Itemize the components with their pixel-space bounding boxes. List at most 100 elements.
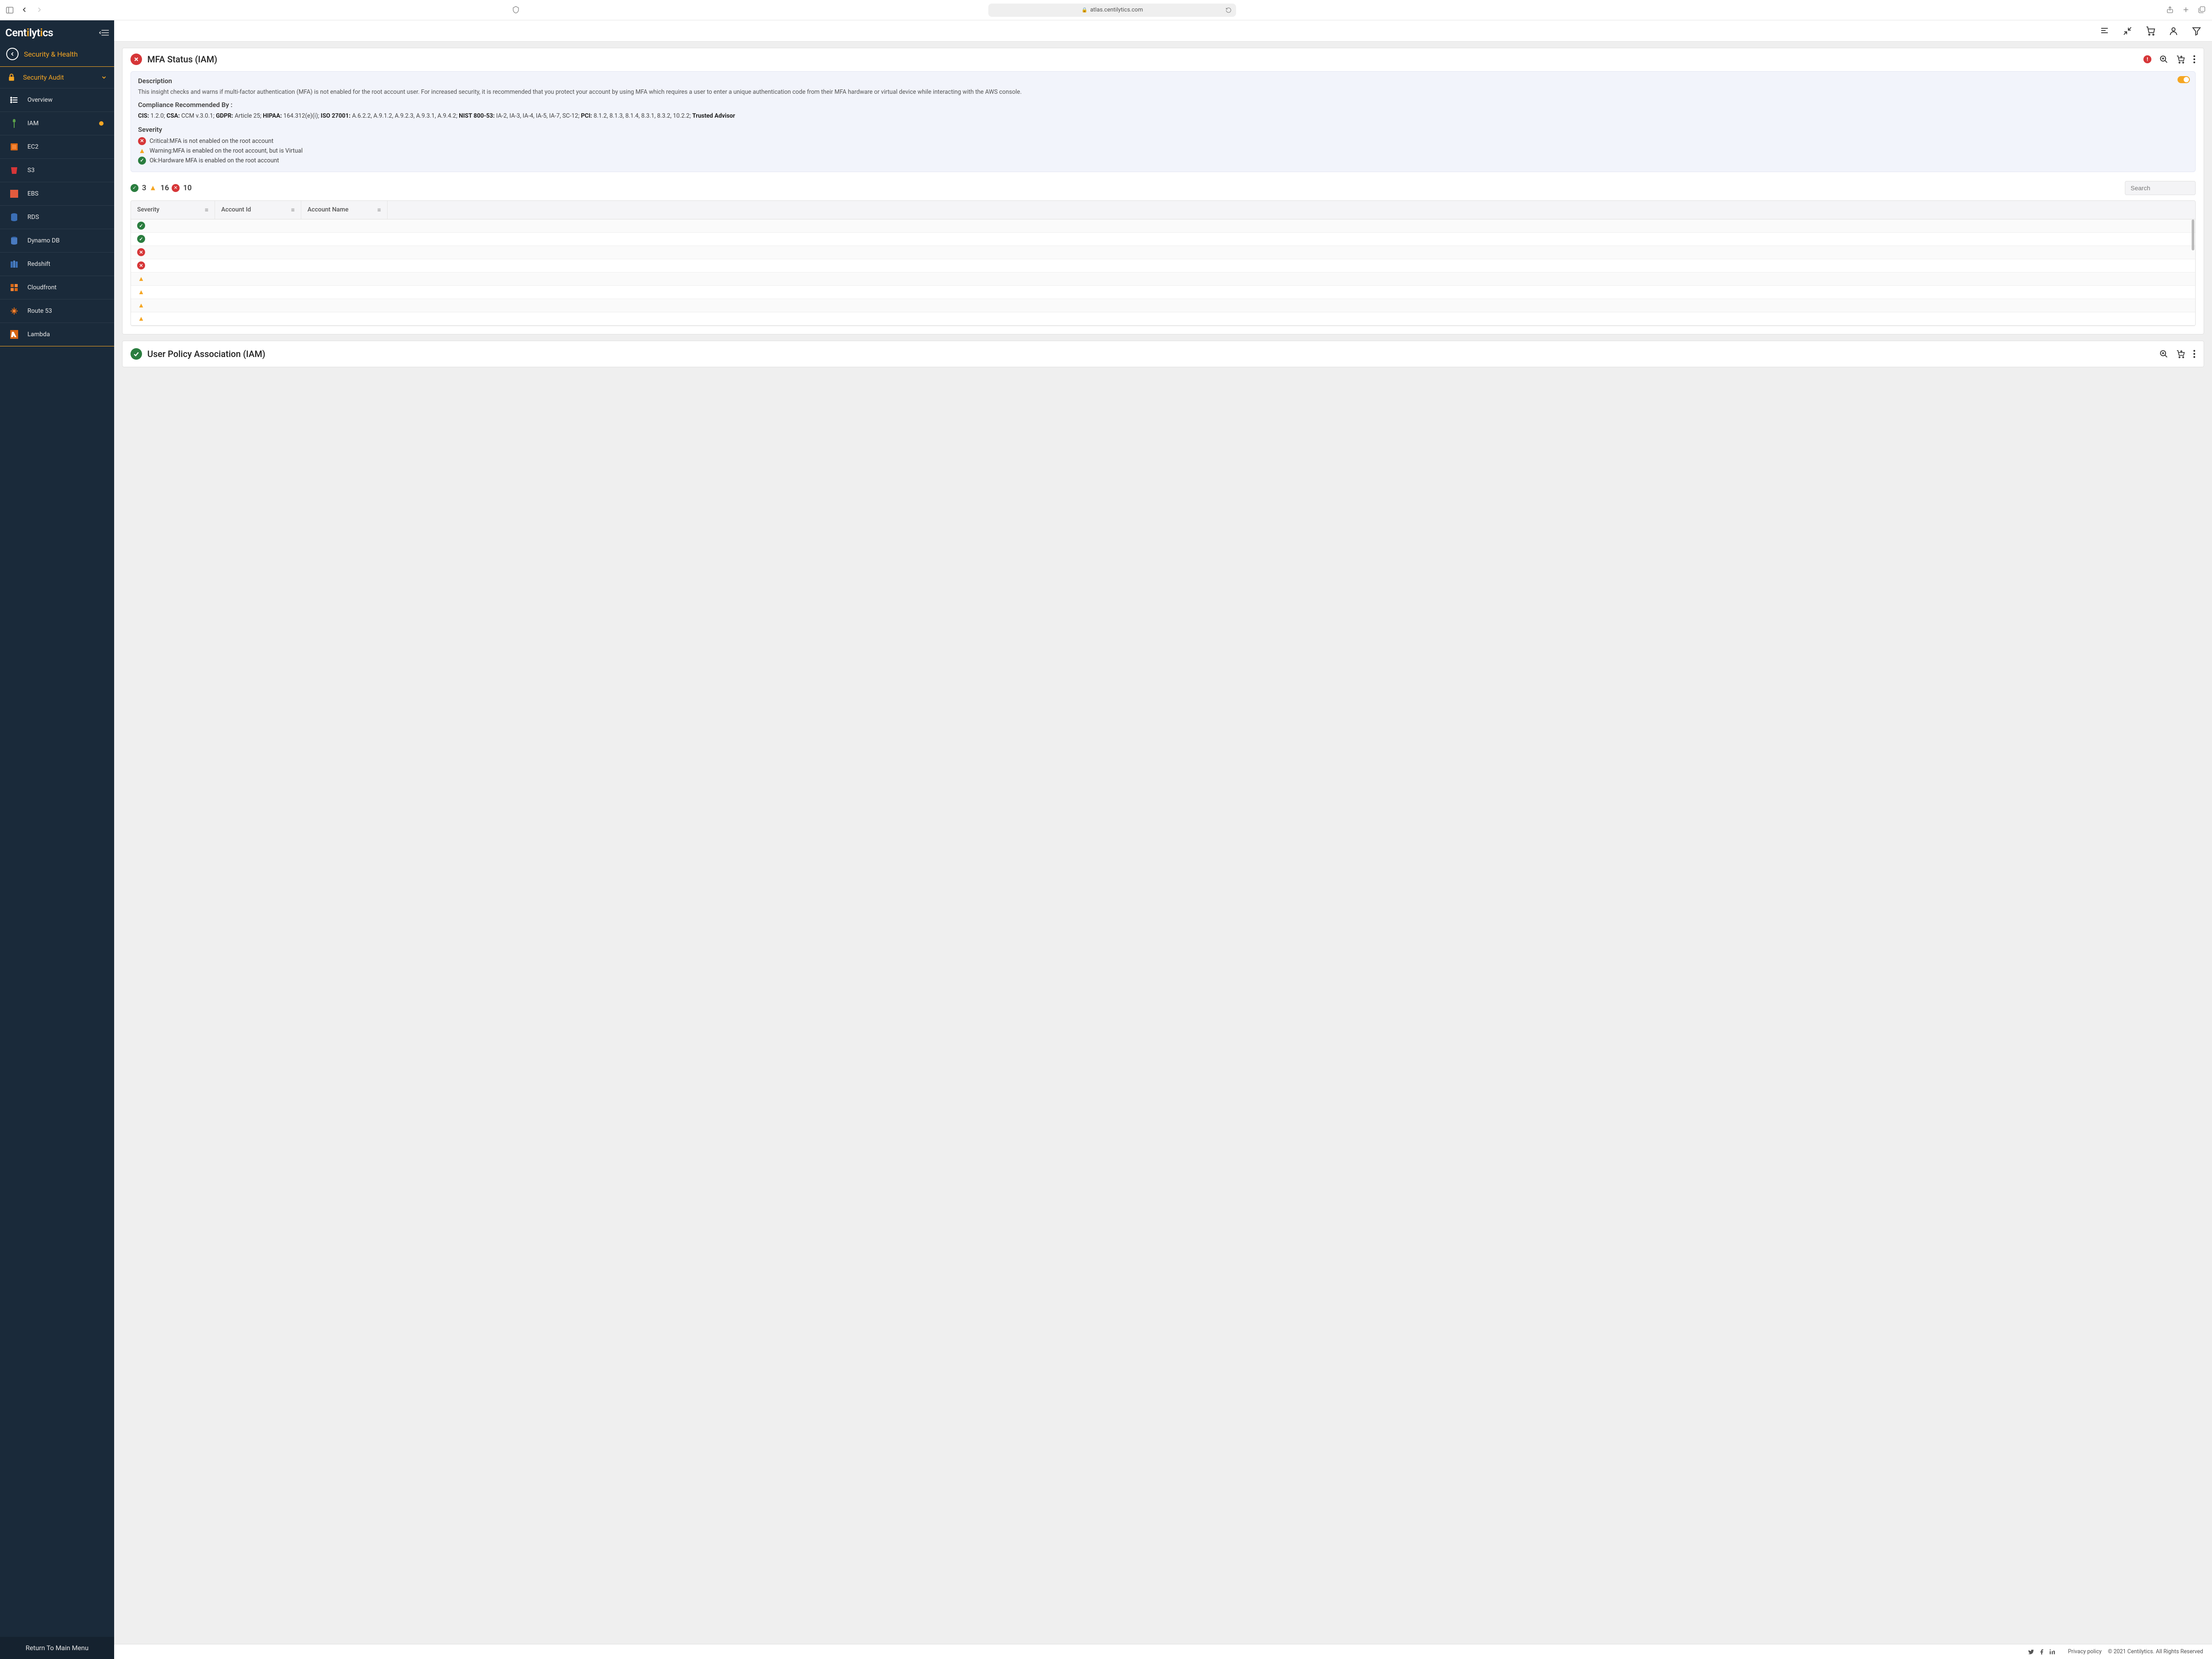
sidebar-group-security-audit[interactable]: Security Audit — [0, 67, 114, 88]
description-text: This insight checks and warns if multi-f… — [138, 88, 2188, 96]
active-dot-icon — [99, 121, 104, 126]
forward-icon[interactable] — [35, 6, 44, 15]
collapse-icon[interactable] — [2123, 26, 2132, 36]
sidebar-item-label: S3 — [27, 167, 35, 174]
card-title: User Policy Association (IAM) — [147, 349, 265, 359]
sidebar: Centilytics Security & Health Security A… — [0, 20, 114, 1659]
table-row[interactable]: ▲ — [131, 286, 2195, 299]
sidebar-item-s3[interactable]: S3 — [0, 158, 114, 182]
severity-row: ✕ Critical:MFA is not enabled on the roo… — [138, 137, 2188, 145]
more-icon[interactable] — [2193, 349, 2196, 358]
menu-icon[interactable] — [2100, 26, 2109, 36]
lock-icon: 🔒 — [1082, 7, 1088, 13]
sidebar-item-dynamodb[interactable]: Dynamo DB — [0, 229, 114, 252]
sidebar-item-label: Redshift — [27, 261, 50, 268]
column-menu-icon[interactable]: ≡ — [291, 206, 295, 214]
collapse-sidebar-icon[interactable] — [99, 29, 109, 37]
description-toggle[interactable] — [2177, 76, 2190, 83]
compliance-text: CIS: 1.2.0; CSA: CCM v.3.0.1; GDPR: Arti… — [138, 111, 2188, 121]
crit-icon: ✕ — [137, 248, 145, 256]
section-back-icon[interactable] — [6, 48, 19, 60]
sidebar-item-lambda[interactable]: Lambda — [0, 323, 114, 346]
sidebar-item-label: RDS — [27, 214, 39, 221]
sidebar-item-label: Lambda — [27, 331, 50, 338]
table-row[interactable]: ▲ — [131, 273, 2195, 286]
sidebar-item-label: Overview — [27, 96, 53, 104]
table-row[interactable]: ✓ — [131, 219, 2195, 233]
sidebar-item-rds[interactable]: RDS — [0, 205, 114, 229]
column-header-account-name[interactable]: Account Name ≡ — [301, 201, 388, 219]
table-row[interactable]: ✓ — [131, 233, 2195, 246]
warn-icon: ▲ — [137, 301, 145, 309]
return-main-menu-button[interactable]: Return To Main Menu — [0, 1637, 114, 1659]
ok-icon: ✓ — [137, 235, 145, 243]
url-bar[interactable]: 🔒 atlas.centilytics.com — [988, 4, 1236, 17]
lambda-icon — [9, 329, 19, 340]
summary-bar: ✓ 3 ▲ 16 ✕ 10 — [123, 177, 2204, 200]
user-icon[interactable] — [2169, 26, 2178, 36]
column-header-account-id[interactable]: Account Id ≡ — [215, 201, 301, 219]
shield-icon[interactable] — [512, 6, 521, 15]
redshift-icon — [9, 259, 19, 269]
tabs-icon[interactable] — [2198, 6, 2207, 15]
cart-icon[interactable] — [2146, 26, 2155, 36]
description-box: Description This insight checks and warn… — [131, 71, 2196, 172]
sidebar-item-redshift[interactable]: Redshift — [0, 252, 114, 276]
filter-icon[interactable] — [2192, 26, 2201, 36]
sidebar-item-label: EC2 — [27, 143, 38, 150]
sidebar-item-ebs[interactable]: EBS — [0, 182, 114, 205]
twitter-icon[interactable] — [2028, 1649, 2034, 1655]
zoom-icon[interactable] — [2159, 349, 2168, 358]
warn-icon: ▲ — [137, 288, 145, 296]
ec2-icon — [9, 142, 19, 152]
route53-icon — [9, 306, 19, 316]
severity-heading: Severity — [138, 126, 2188, 134]
results-table: Severity ≡ Account Id ≡ Account Name ≡ ✓… — [131, 200, 2196, 326]
sidebar-item-overview[interactable]: Overview — [0, 88, 114, 111]
count-ok: 3 — [142, 184, 146, 192]
sidebar-toggle-icon[interactable] — [5, 6, 14, 15]
ebs-icon — [9, 188, 19, 199]
plus-icon[interactable] — [2182, 6, 2191, 15]
table-row[interactable]: ✕ — [131, 259, 2195, 273]
sidebar-item-iam[interactable]: IAM — [0, 111, 114, 135]
share-icon[interactable] — [2166, 6, 2175, 15]
alert-badge-icon[interactable]: ! — [2143, 55, 2151, 63]
crit-icon: ✕ — [137, 261, 145, 269]
back-icon[interactable] — [20, 6, 29, 15]
status-ok-icon — [131, 348, 142, 360]
cloudfront-icon — [9, 282, 19, 293]
copyright-text: © 2021 Centilytics. All Rights Reserved — [2108, 1648, 2203, 1655]
chevron-down-icon — [101, 74, 107, 81]
section-title: Security & Health — [24, 50, 78, 58]
privacy-link[interactable]: Privacy policy — [2068, 1648, 2101, 1655]
column-header-severity[interactable]: Severity ≡ — [131, 201, 215, 219]
sidebar-item-label: Dynamo DB — [27, 237, 60, 244]
browser-chrome: 🔒 atlas.centilytics.com — [0, 0, 2212, 20]
add-cart-icon[interactable] — [2176, 55, 2185, 64]
severity-row: ▲ Warning:MFA is enabled on the root acc… — [138, 147, 2188, 155]
add-cart-icon[interactable] — [2176, 349, 2185, 358]
critical-icon: ✕ — [172, 184, 180, 192]
list-icon — [9, 95, 19, 105]
description-heading: Description — [138, 77, 2188, 85]
sidebar-item-route53[interactable]: Route 53 — [0, 299, 114, 323]
table-row[interactable]: ▲ — [131, 312, 2195, 326]
url-text: atlas.centilytics.com — [1090, 7, 1143, 13]
table-row[interactable]: ✕ — [131, 246, 2195, 259]
column-menu-icon[interactable]: ≡ — [205, 206, 208, 214]
table-row[interactable]: ▲ — [131, 299, 2195, 312]
column-menu-icon[interactable]: ≡ — [377, 206, 381, 214]
logo: Centilytics — [5, 27, 53, 39]
zoom-icon[interactable] — [2159, 55, 2168, 64]
facebook-icon[interactable] — [2039, 1649, 2045, 1655]
warning-icon: ▲ — [138, 147, 146, 155]
search-input[interactable] — [2125, 181, 2196, 195]
refresh-icon[interactable] — [1225, 7, 1232, 13]
sidebar-item-cloudfront[interactable]: Cloudfront — [0, 276, 114, 299]
sidebar-item-ec2[interactable]: EC2 — [0, 135, 114, 158]
linkedin-icon[interactable] — [2049, 1649, 2055, 1655]
more-icon[interactable] — [2193, 55, 2196, 64]
status-critical-icon — [131, 54, 142, 65]
scrollbar[interactable] — [2192, 219, 2194, 250]
